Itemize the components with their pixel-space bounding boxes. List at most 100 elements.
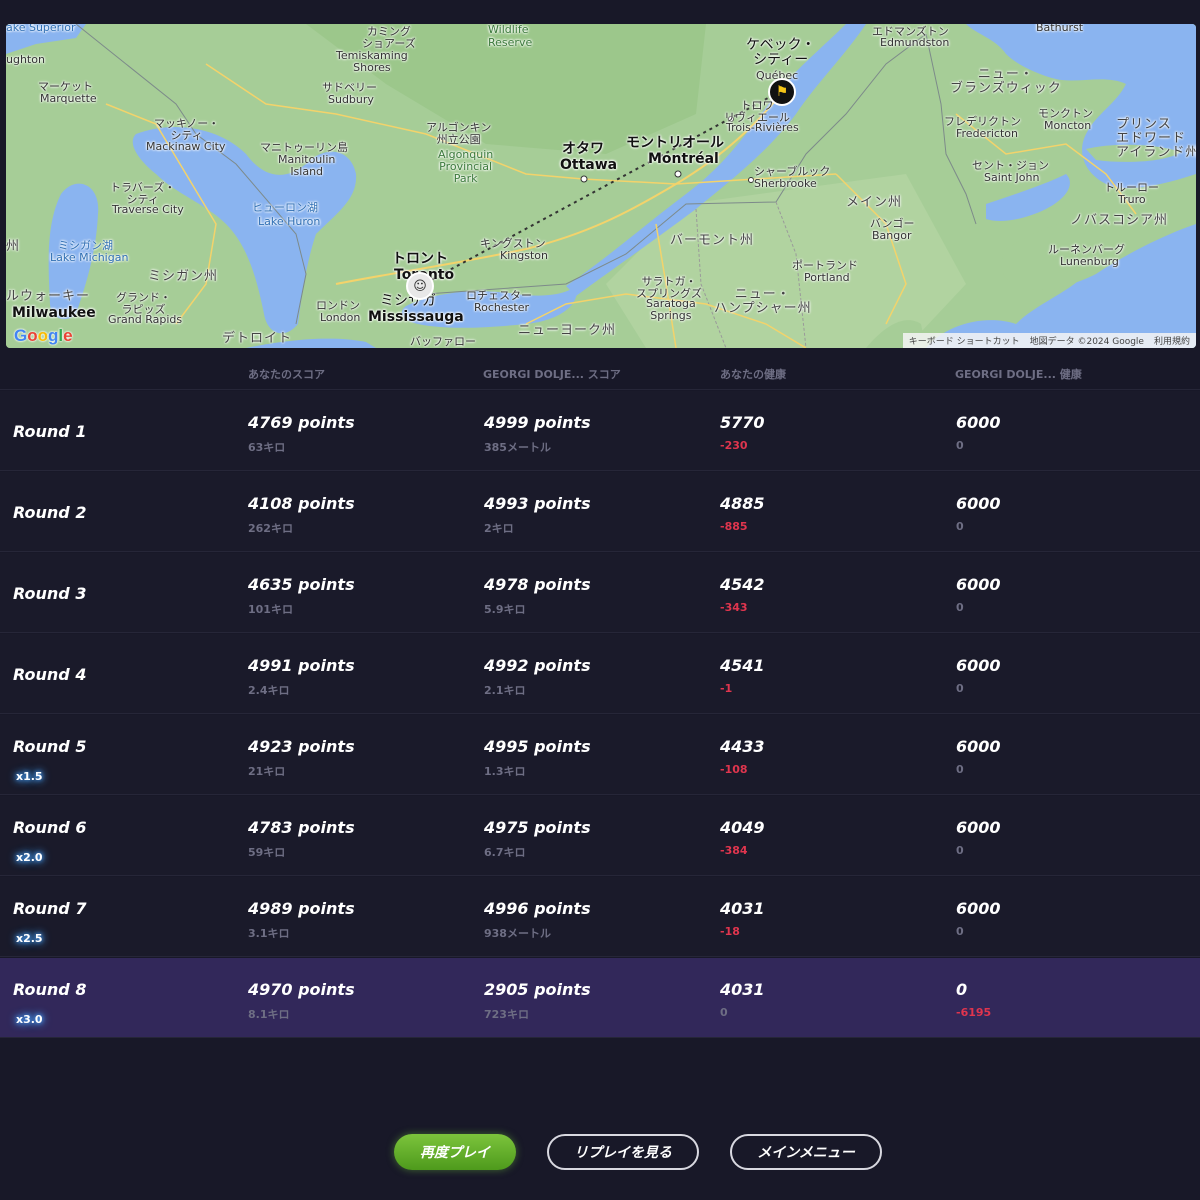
table-row: Round 5 4923 points 21キロ 4995 points 1.3キロ 44… bbox=[0, 715, 1200, 795]
round-label: Round 1 bbox=[13, 422, 87, 441]
opponent-health: 6000 bbox=[956, 899, 1001, 918]
your-health-delta: -108 bbox=[720, 763, 748, 776]
map-label: Saint John bbox=[984, 171, 1040, 184]
result-map[interactable]: ake Superior ughton マーケット Marquette Wild… bbox=[6, 24, 1196, 348]
opponent-health-delta: 0 bbox=[956, 439, 964, 452]
opponent-distance: 938メートル bbox=[484, 927, 551, 940]
your-distance: 59キロ bbox=[248, 846, 286, 859]
opponent-points: 4975 points bbox=[484, 818, 591, 837]
watch-replay-button[interactable]: リプレイを見る bbox=[547, 1134, 699, 1170]
terms-link[interactable]: 利用規約 bbox=[1154, 334, 1190, 347]
map-label: London bbox=[320, 311, 361, 324]
map-label: オタワ bbox=[562, 141, 604, 157]
your-health-delta: -343 bbox=[720, 601, 748, 614]
map-label: Kingston bbox=[500, 249, 548, 262]
your-distance: 3.1キロ bbox=[248, 927, 290, 940]
your-points: 4970 points bbox=[248, 980, 355, 999]
map-label: Manitoulin Island bbox=[278, 153, 336, 178]
map-label: Marquette bbox=[40, 92, 97, 105]
map-label: ヒューロン湖 bbox=[252, 201, 318, 214]
your-health: 4031 bbox=[720, 980, 765, 999]
your-points: 4769 points bbox=[248, 413, 355, 432]
map-label: Trois-Rivières bbox=[726, 121, 799, 134]
map-label: バッファロー bbox=[410, 335, 476, 348]
map-label: Lake Michigan bbox=[50, 251, 129, 264]
round-label: Round 7 bbox=[13, 899, 87, 918]
opponent-health-delta: 0 bbox=[956, 601, 964, 614]
map-label: Mackinaw City bbox=[146, 140, 226, 153]
map-label: ミシガン州 bbox=[148, 269, 219, 284]
multiplier-badge: x1.5 bbox=[16, 770, 43, 783]
map-label: メイン州 bbox=[846, 195, 903, 210]
opponent-health: 6000 bbox=[956, 656, 1001, 675]
keyboard-shortcuts-link[interactable]: キーボード ショートカット bbox=[909, 334, 1020, 347]
multiplier-badge: x2.5 bbox=[16, 932, 43, 945]
your-health-delta: -230 bbox=[720, 439, 748, 452]
play-again-button[interactable]: 再度プレイ bbox=[394, 1134, 516, 1170]
google-logo: Google bbox=[14, 326, 73, 345]
opponent-distance: 6.7キロ bbox=[484, 846, 526, 859]
round-label: Round 6 bbox=[13, 818, 87, 837]
map-label: アルゴンキン 州立公園 bbox=[426, 121, 492, 146]
your-distance: 262キロ bbox=[248, 522, 293, 535]
opponent-health-delta: 0 bbox=[956, 925, 964, 938]
avatar-icon[interactable]: ☺ bbox=[406, 272, 434, 300]
your-health-delta: -885 bbox=[720, 520, 748, 533]
opponent-distance: 723キロ bbox=[484, 1008, 529, 1021]
map-label: Saratoga Springs bbox=[646, 297, 696, 322]
your-health: 4885 bbox=[720, 494, 765, 513]
map-label: Temiskaming Shores bbox=[336, 49, 408, 74]
your-points: 4783 points bbox=[248, 818, 355, 837]
map-label: ニュー・ ハンプシャー州 bbox=[714, 287, 812, 316]
header-your-score: あなたのスコア bbox=[248, 368, 325, 381]
opponent-health: 6000 bbox=[956, 494, 1001, 513]
map-label: Traverse City bbox=[112, 203, 184, 216]
map-label: ニューヨーク州 bbox=[518, 323, 617, 338]
map-label: バーモント州 bbox=[670, 233, 755, 248]
your-health: 4542 bbox=[720, 575, 765, 594]
opponent-health-delta: 0 bbox=[956, 763, 964, 776]
flag-icon[interactable]: ⚑ bbox=[768, 78, 796, 106]
your-points: 4635 points bbox=[248, 575, 355, 594]
opponent-distance: 385メートル bbox=[484, 441, 551, 454]
map-label: Ottawa bbox=[560, 157, 618, 173]
map-label: Algonquin Provincial Park bbox=[438, 148, 494, 185]
opponent-health-delta: 0 bbox=[956, 682, 964, 695]
map-label: カミング ショアーズ bbox=[362, 25, 416, 50]
opponent-points: 4978 points bbox=[484, 575, 591, 594]
round-label: Round 5 bbox=[13, 737, 87, 756]
map-label: ルウォーキー bbox=[6, 289, 91, 304]
table-row: Round 1 4769 points 63キロ 4999 points 385メートル… bbox=[0, 391, 1200, 471]
your-health: 4049 bbox=[720, 818, 765, 837]
your-points: 4991 points bbox=[248, 656, 355, 675]
opponent-points: 4995 points bbox=[484, 737, 591, 756]
opponent-points: 4993 points bbox=[484, 494, 591, 513]
map-label: Fredericton bbox=[956, 127, 1018, 140]
table-row: Round 8 4970 points 8.1キロ 2905 points 723キロ 4… bbox=[0, 958, 1200, 1038]
your-points: 4923 points bbox=[248, 737, 355, 756]
table-row: Round 7 4989 points 3.1キロ 4996 points 938メート… bbox=[0, 877, 1200, 957]
map-label: Truro bbox=[1118, 193, 1146, 206]
round-label: Round 8 bbox=[13, 980, 87, 999]
your-distance: 21キロ bbox=[248, 765, 286, 778]
opponent-health: 6000 bbox=[956, 737, 1001, 756]
map-label: Moncton bbox=[1044, 119, 1092, 132]
header-your-health: あなたの健康 bbox=[720, 368, 786, 381]
opponent-distance: 2.1キロ bbox=[484, 684, 526, 697]
map-label: Rochester bbox=[474, 301, 529, 314]
table-row: Round 4 4991 points 2.4キロ 4992 points 2.1キロ 4… bbox=[0, 634, 1200, 714]
map-label: マッキノー・ シティ bbox=[154, 117, 220, 142]
map-label: Sherbrooke bbox=[754, 177, 817, 190]
map-label: プリンス エドワード アイランド州 bbox=[1116, 117, 1196, 160]
main-menu-button[interactable]: メインメニュー bbox=[730, 1134, 882, 1170]
your-points: 4108 points bbox=[248, 494, 355, 513]
map-label: Grand Rapids bbox=[108, 313, 183, 326]
opponent-health-delta: 0 bbox=[956, 520, 964, 533]
opponent-points: 4992 points bbox=[484, 656, 591, 675]
map-label: Lake Huron bbox=[258, 215, 321, 228]
map-label: ノバスコシア州 bbox=[1070, 213, 1169, 228]
your-distance: 8.1キロ bbox=[248, 1008, 290, 1021]
map-label: デトロイト bbox=[222, 331, 293, 346]
opponent-health: 0 bbox=[956, 980, 968, 999]
your-health: 5770 bbox=[720, 413, 765, 432]
